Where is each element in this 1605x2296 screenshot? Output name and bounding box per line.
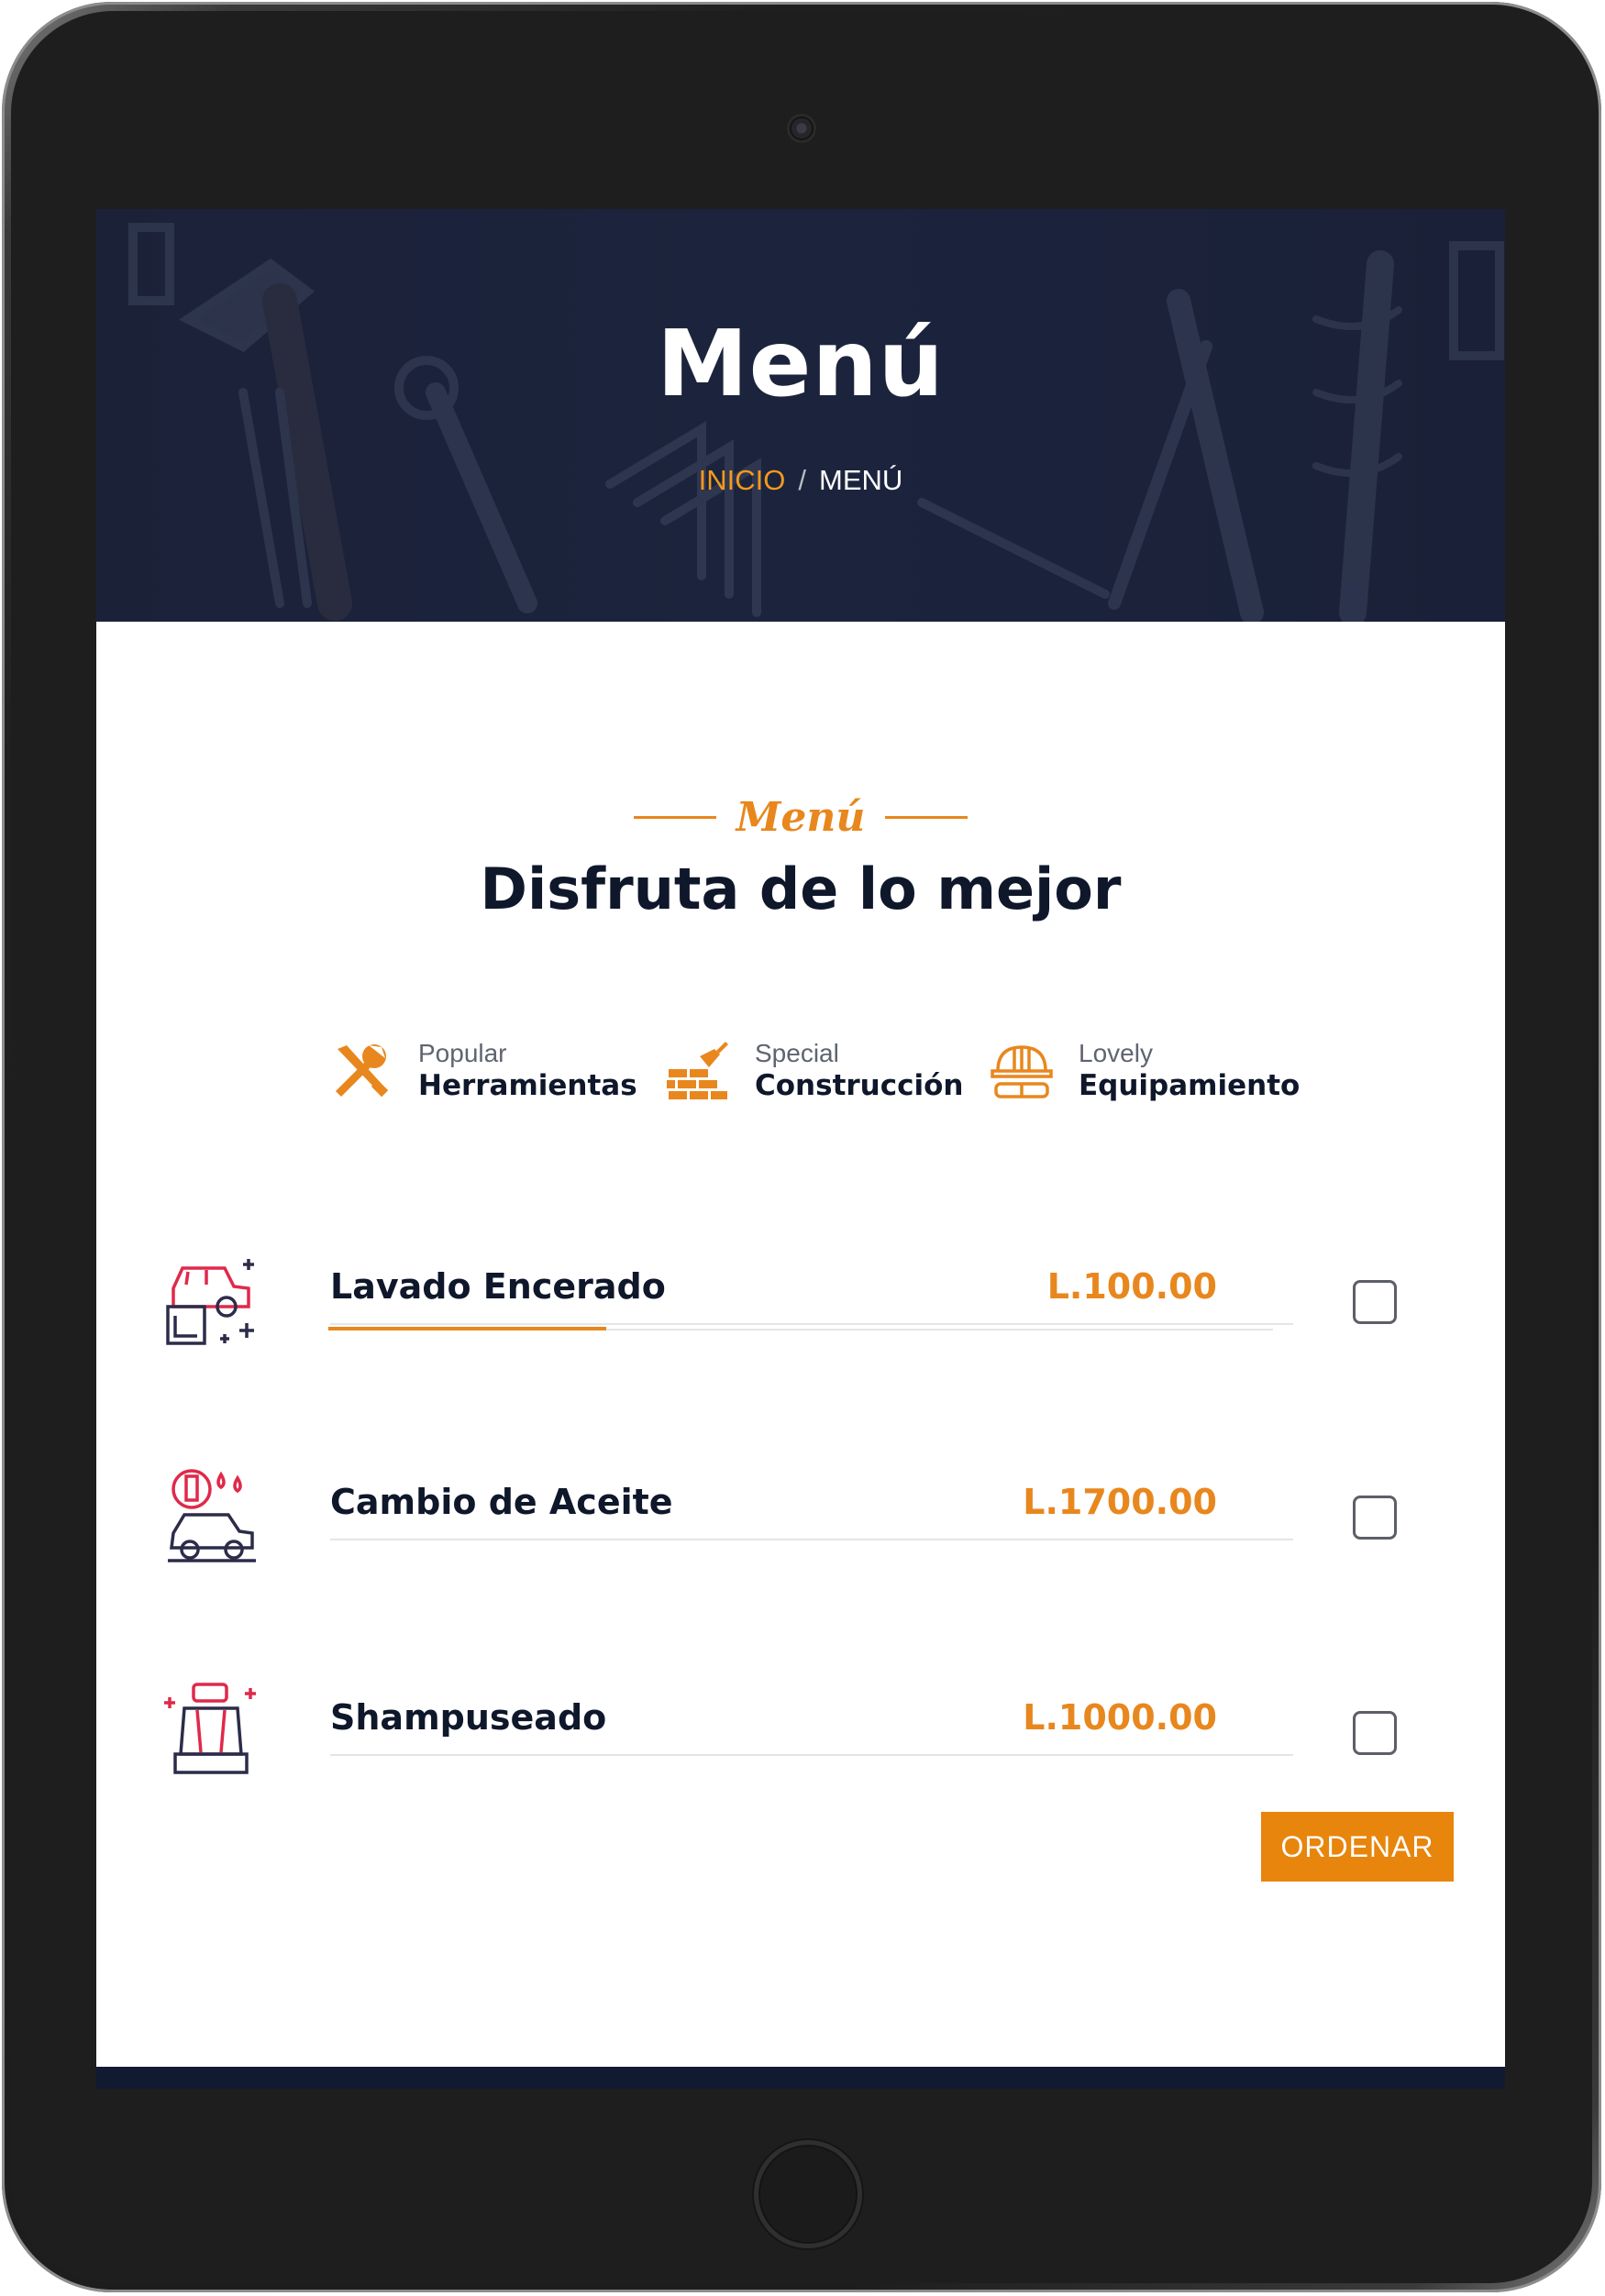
home-button[interactable]: [754, 2140, 862, 2248]
item-name: Shampuseado: [330, 1697, 607, 1738]
item-price: L.100.00: [1046, 1266, 1217, 1307]
car-oil-change-icon: [168, 1469, 256, 1562]
item-price: L.1000.00: [1023, 1697, 1217, 1738]
item-checkbox[interactable]: [1353, 1496, 1397, 1540]
wrench-screwdriver-icon: [336, 1044, 389, 1098]
tag-line-left: [633, 816, 716, 819]
tab-small-label: Special: [755, 1039, 839, 1067]
section-title: Disfruta de lo mejor: [480, 855, 1122, 922]
hard-hat-goggles-icon: [991, 1045, 1053, 1098]
screen: Menú INICIO / MENÚ Menú Disfruta de lo mej…: [96, 209, 1505, 2089]
brick-wall-trowel-icon: [667, 1042, 728, 1099]
car-wash-icon: [166, 1259, 254, 1345]
item-name: Lavado Encerado: [330, 1266, 666, 1307]
tab-construccion[interactable]: Special Construcción: [665, 1016, 964, 1126]
hero-banner: Menú INICIO / MENÚ: [96, 209, 1505, 622]
list-item: Cambio de Aceite L.1700.00: [160, 1465, 1444, 1566]
tab-big-label: Construcción: [755, 1069, 964, 1102]
breadcrumb-current: MENÚ: [819, 464, 903, 496]
tag-line-right: [885, 816, 969, 819]
breadcrumb: INICIO / MENÚ: [96, 464, 1505, 497]
footer-bar: [96, 2067, 1505, 2089]
tab-equipamiento[interactable]: Lovely Equipamiento: [989, 1016, 1300, 1126]
tab-big-label: Herramientas: [418, 1069, 637, 1102]
item-divider: [330, 1539, 1293, 1540]
tab-small-label: Popular: [418, 1039, 507, 1067]
list-item: Shampuseado L.1000.00: [160, 1681, 1444, 1782]
tablet-frame: Menú INICIO / MENÚ Menú Disfruta de lo mej…: [2, 2, 1601, 2292]
item-checkbox[interactable]: [1353, 1280, 1397, 1324]
order-button[interactable]: ORDENAR: [1261, 1812, 1454, 1882]
car-seat-icon: [164, 1683, 256, 1774]
camera-icon: [790, 116, 814, 140]
item-checkbox[interactable]: [1353, 1711, 1397, 1755]
item-divider: [330, 1754, 1293, 1756]
item-price: L.1700.00: [1023, 1482, 1217, 1522]
section-tag: Menú: [96, 794, 1505, 841]
page-title: Menú: [657, 310, 945, 417]
list-item: Lavado Encerado L.100.00: [160, 1250, 1444, 1351]
item-divider: [330, 1323, 1293, 1325]
section-tag-label: Menú: [736, 794, 866, 841]
item-name: Cambio de Aceite: [330, 1482, 673, 1522]
breadcrumb-home-link[interactable]: INICIO: [699, 464, 786, 496]
tab-small-label: Lovely: [1079, 1039, 1153, 1067]
tab-big-label: Equipamiento: [1079, 1069, 1301, 1102]
breadcrumb-separator: /: [798, 464, 807, 496]
